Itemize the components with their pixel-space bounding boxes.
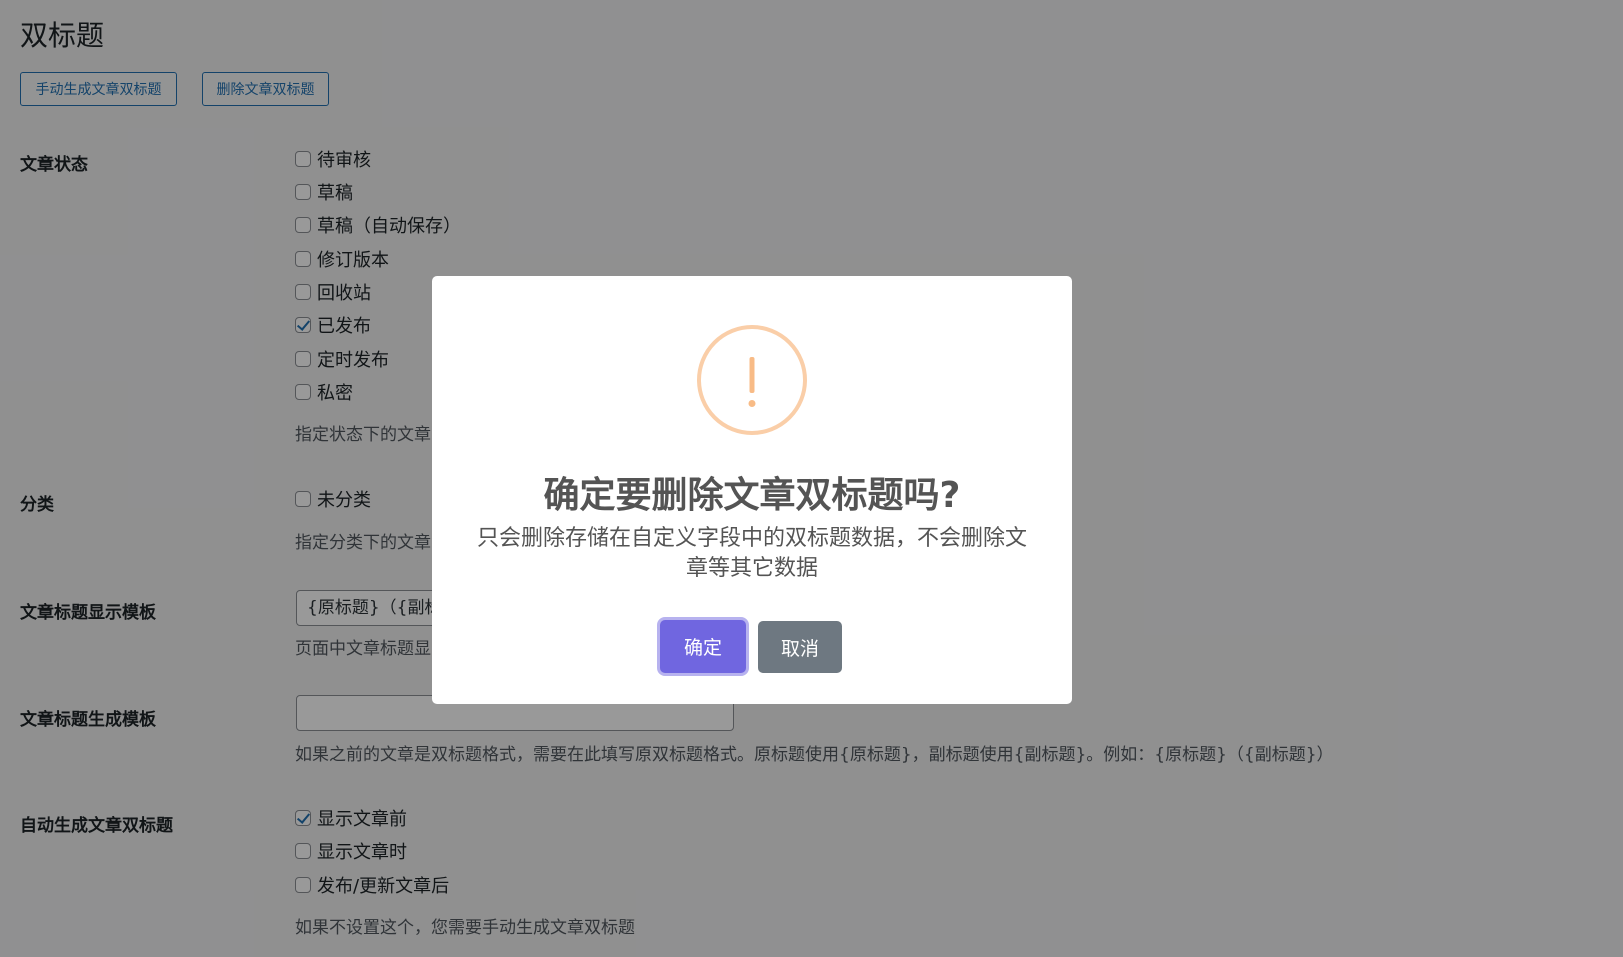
dialog-message: 只会删除存储在自定义字段中的双标题数据，不会删除文章等其它数据 — [468, 524, 1036, 584]
confirm-dialog: 确定要删除文章双标题吗? 只会删除存储在自定义字段中的双标题数据，不会删除文章等… — [432, 276, 1072, 704]
warning-icon — [697, 325, 807, 435]
exclamation-bar — [750, 357, 755, 393]
dialog-title: 确定要删除文章双标题吗? — [432, 466, 1072, 518]
cancel-button[interactable]: 取消 — [758, 621, 842, 673]
confirm-button[interactable]: 确定 — [660, 620, 746, 673]
exclamation-dot — [749, 400, 756, 407]
